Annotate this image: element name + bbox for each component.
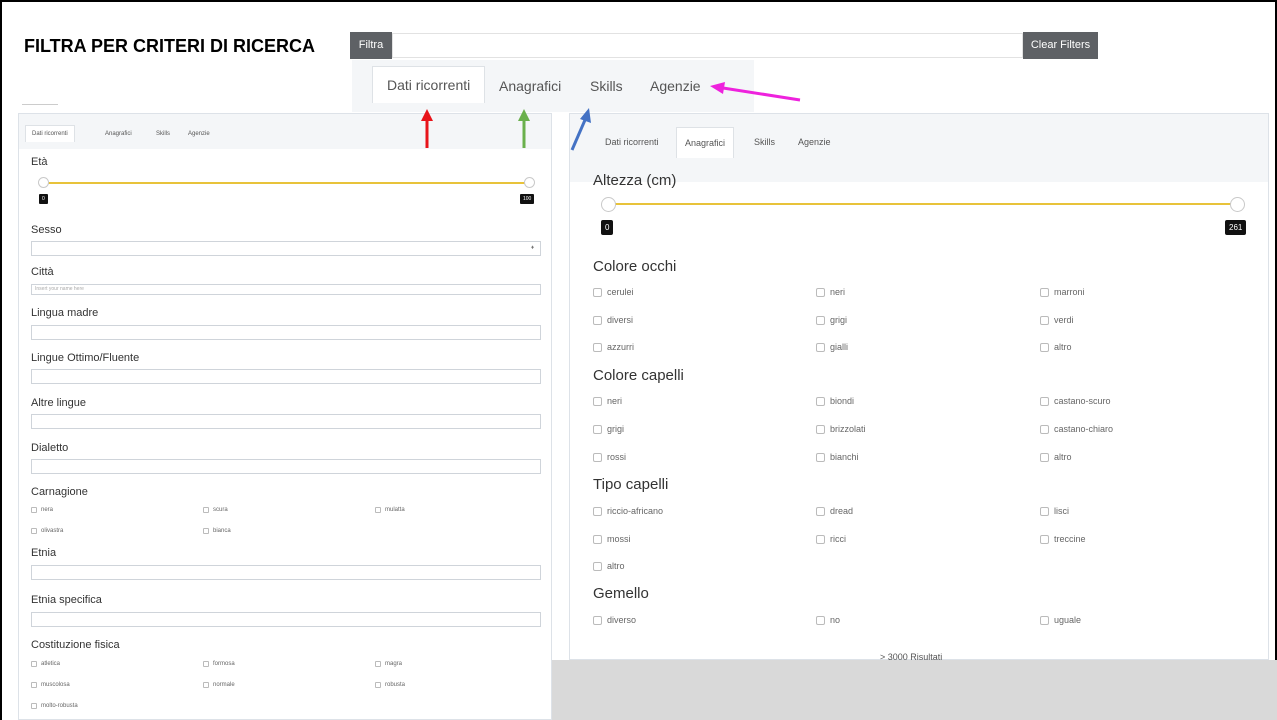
blue-arrow-icon	[570, 108, 591, 151]
annotation-arrows	[421, 82, 801, 151]
magenta-arrow-icon	[710, 82, 801, 102]
green-arrow-icon	[518, 109, 530, 148]
red-arrow-icon	[421, 109, 433, 148]
